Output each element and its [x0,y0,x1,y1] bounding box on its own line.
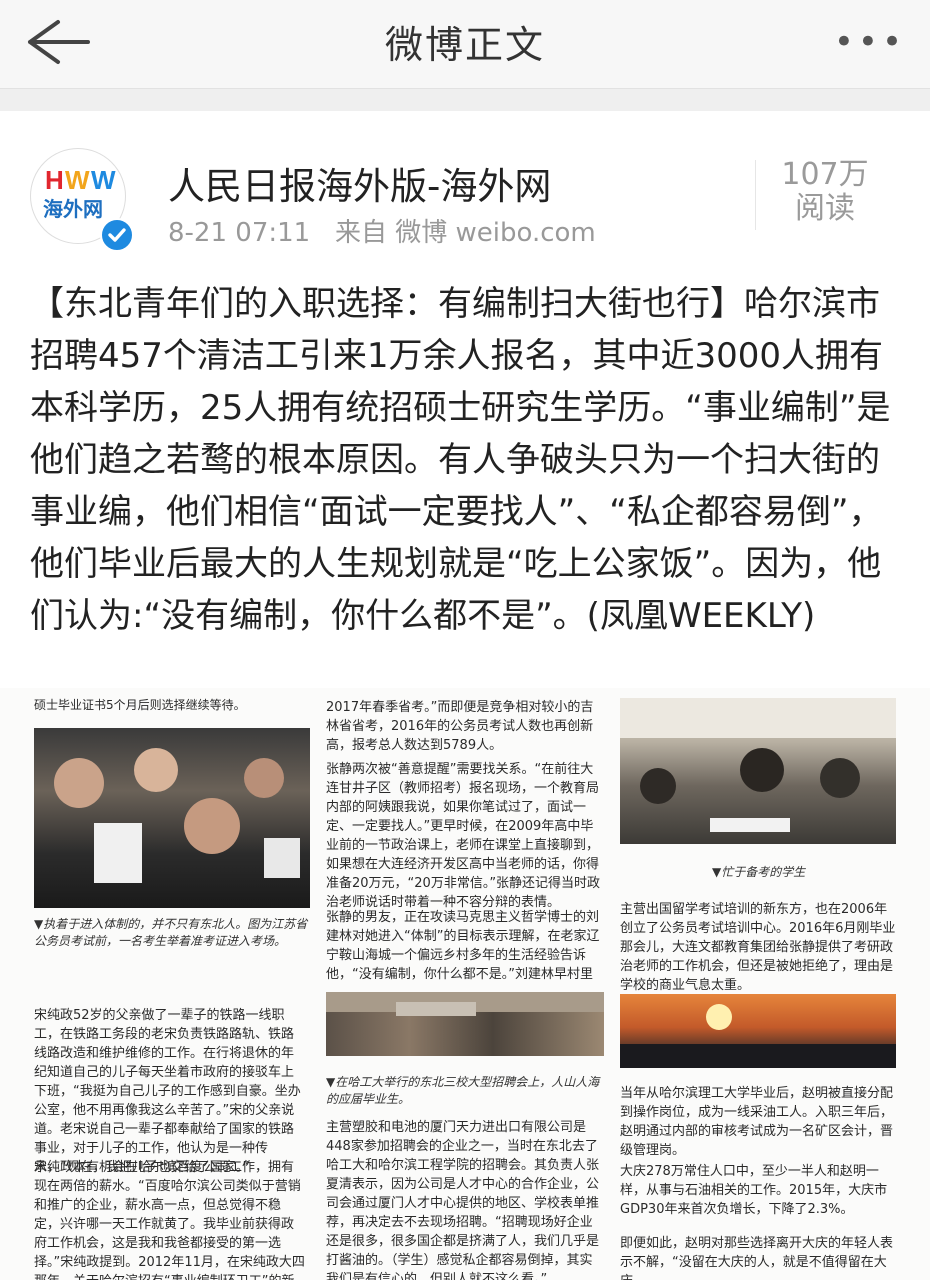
author-name[interactable]: 人民日报海外版-海外网 [168,156,551,210]
page-title: 微博正文 [384,23,545,67]
article-top-fragment: 硕士毕业证书5个月后则选择继续等待。 [34,698,246,712]
caption-study-room: ▼忙于备考的学生 [712,865,806,879]
post-time: 8-21 07:11 [168,218,311,248]
reads-divider [755,160,756,230]
article-col3-p3: 大庆278万常住人口中，至少一半人和赵明一样，从事与石油相关的工作。2015年，… [620,1164,888,1217]
article-col1-p1: 宋纯政52岁的父亲做了一辈子的铁路一线职工，在铁路工务段的老宋负责铁路路轨、铁路… [34,1008,301,1175]
nav-divider [0,88,930,111]
nav-bar: 微博正文 ••• [0,0,930,88]
read-count-value: 107万 [781,157,869,192]
article-col1-p2: 宋纯政本有机会在哈尔滨百度公司工作，拥有现在两倍的薪水。“百度哈尔滨公司类似于营… [34,1160,305,1280]
caption-job-fair: ▼在哈工大举行的东北三校大型招聘会上，人山人海的应届毕业生。 [326,1075,600,1106]
more-icon[interactable]: ••• [834,22,906,62]
verified-icon [100,218,134,252]
photo-job-fair [326,992,604,1056]
photo-exam-crowd [34,728,310,908]
svg-text:H: H [45,165,64,195]
caption-exam-crowd: ▼执着于进入体制的，并不只有东北人。图为江苏省公务员考试前，一名考生举着准考证进… [34,917,308,948]
post-text: 【东北青年们的入职选择：有编制扫大街也行】哈尔滨市招聘457个清洁工引来1万余人… [30,284,891,636]
read-count: 107万 阅读 [770,158,880,226]
avatar-text: 海外网 [43,197,103,221]
svg-text:W: W [65,165,90,195]
read-count-label: 阅读 [795,191,855,226]
photo-oilfield-sunset [620,994,896,1068]
article-col2-p2: 张静两次被“善意提醒”需要找关系。“在前往大连甘井子区（教师招考）报名现场，一个… [326,762,601,910]
post-meta: 8-21 07:11 来自 微博 weibo.com [168,212,596,249]
article-image[interactable]: 硕士毕业证书5个月后则选择继续等待。 ▼执着于进入体制的，并不只有东北人。图为江… [0,688,930,1280]
article-col2-p1: 2017年春季省考。”而即便是竞争相对较小的吉林省省考，2016年的公务员考试人… [326,700,594,753]
article-col3-p1: 主营出国留学考试培训的新东方，也在2006年创立了公务员考试培训中心。2016年… [620,902,896,993]
article-col3-p2: 当年从哈尔滨理工大学毕业后，赵明被直接分配到操作岗位，成为一线采油工人。入职三年… [620,1086,894,1158]
article-col2-p3: 张静的男友，正在攻读马克思主义哲学博士的刘建林对她进入“体制”的目标表示理解，在… [326,910,600,982]
svg-text:W: W [91,165,116,195]
photo-study-room [620,698,896,844]
post-source: 来自 微博 weibo.com [335,218,596,248]
article-col3-p4: 即便如此，赵明对那些选择离开大庆的年轻人表示不解，“没留在大庆的人，就是不值得留… [620,1236,894,1280]
article-col2-p4: 主营塑胶和电池的厦门天力进出口有限公司是448家参加招聘会的企业之一，当时在东北… [326,1120,600,1280]
